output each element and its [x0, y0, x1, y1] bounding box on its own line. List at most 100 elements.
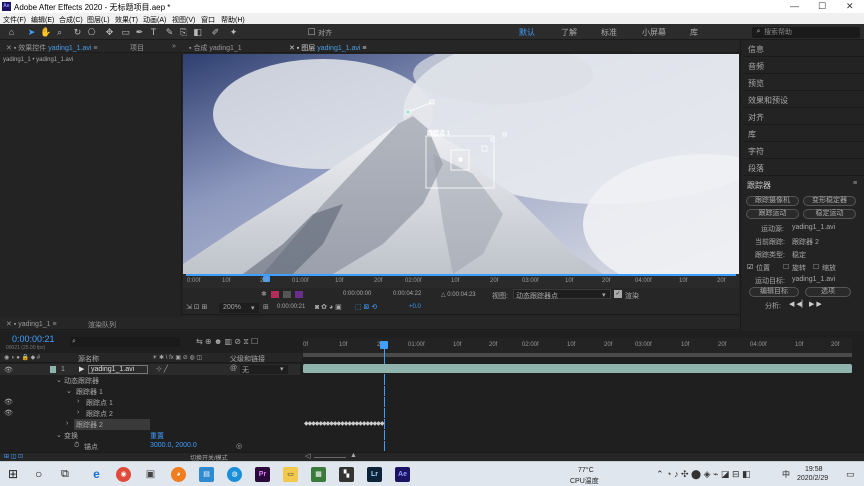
panel-align[interactable]: 对齐 [743, 108, 864, 125]
layer-name[interactable]: yading1_1.avi [88, 365, 148, 374]
brush-tool-icon[interactable]: ✎ [164, 27, 175, 37]
tab-effect-controls[interactable]: ✕ ▪ 效果控件 yading1_1.avi ≡ [6, 43, 97, 53]
in-point-color-icon[interactable] [271, 291, 279, 298]
visibility-eye-icon[interactable]: 👁 [4, 398, 13, 406]
windows-start-icon[interactable]: ⊞ [8, 467, 18, 481]
tab-render-queue[interactable]: 渲染队列 [88, 320, 116, 330]
collapse-icon[interactable]: ⌄ [66, 387, 72, 395]
motion-source-dropdown[interactable]: yading1_1.avi [792, 224, 835, 231]
parent-dropdown[interactable]: 无 ▾ [240, 365, 288, 374]
list-item-transform[interactable]: ⌄ 变换 重置 [0, 430, 300, 441]
always-preview-icon[interactable]: ⇲ ⊡ ⊞ [186, 303, 208, 311]
rotate-tool-icon[interactable]: ↻ [72, 27, 83, 37]
panel-preview[interactable]: 预览 [743, 74, 864, 91]
viewer-lock-icon[interactable]: ✱ [261, 290, 267, 298]
app-icon[interactable]: ▚ [339, 467, 354, 482]
firefox-icon[interactable]: ◕ [171, 467, 186, 482]
analyze-buttons-icon[interactable]: ◀ ◀▏ ▶ ▶ [789, 300, 822, 308]
timeline-search-input[interactable] [70, 337, 180, 347]
purple-swatch-icon[interactable] [295, 291, 303, 298]
panel-libraries[interactable]: 库 [743, 125, 864, 142]
expand-icon[interactable]: › [66, 420, 68, 427]
align-checkbox-icon[interactable]: ☐ [306, 27, 317, 37]
keyframes-icon[interactable]: ◆◆◆◆◆◆◆◆◆◆◆◆◆◆◆◆◆◆◆◆◆◆ [304, 420, 385, 427]
panel-menu-icon[interactable]: ≡ [853, 180, 857, 187]
in-time[interactable]: 0:00:00:00 [343, 291, 371, 297]
panel-effects-presets[interactable]: 效果和预设 [743, 91, 864, 108]
workspace-standard[interactable]: 标准 [601, 27, 617, 38]
edge-icon[interactable]: e [89, 467, 104, 482]
list-item-track-point-2[interactable]: 👁 › 跟踪点 2 [0, 408, 300, 419]
panel-character[interactable]: 字符 [743, 142, 864, 159]
close-icon[interactable]: ✕ [846, 1, 854, 12]
reset-link[interactable]: 重置 [150, 431, 164, 441]
snapshot-icon[interactable]: ◙ ✿ ◕ ▣ [315, 303, 342, 311]
list-item-tracker-2[interactable]: › 跟踪器 2 [0, 419, 300, 430]
clone-stamp-tool-icon[interactable]: ⎘ [178, 27, 189, 37]
zoom-tool-icon[interactable]: ⌕ [54, 27, 65, 37]
track-type-dropdown[interactable]: 稳定 [792, 250, 806, 260]
rotation-checkbox[interactable]: ☐ [783, 263, 789, 271]
track-motion-button[interactable]: 跟踪运动 [746, 209, 799, 219]
transparency-grid-icon[interactable]: ⬚ ⊠ ⟲ [355, 303, 377, 311]
tab-composition[interactable]: ▪ 合成 yading1_1 [189, 43, 242, 53]
tracker-2-selected[interactable]: 跟踪器 2 [74, 419, 150, 430]
options-button[interactable]: 选项 [805, 287, 851, 297]
maximize-icon[interactable]: ☐ [818, 1, 826, 12]
clock-date[interactable]: 2020/2/29 [797, 475, 828, 482]
roto-brush-tool-icon[interactable]: ✐ [210, 27, 221, 37]
current-time[interactable]: 0:00:00:21 [277, 304, 305, 310]
timeline-timecode[interactable]: 0:00:00:21 [12, 334, 55, 344]
footer-toggle-icons[interactable]: ⊞ ◫ ⊡ [4, 453, 23, 460]
warp-stabilizer-button[interactable]: 变形稳定器 [803, 196, 856, 206]
expand-icon[interactable]: › [77, 409, 79, 416]
out-time[interactable]: 0:00:04:22 [393, 291, 421, 297]
selection-tool-icon[interactable]: ➤ [26, 27, 37, 37]
panel-expand-icon[interactable]: » [172, 43, 176, 50]
track-camera-button[interactable]: 跟踪摄像机 [746, 196, 799, 206]
hand-tool-icon[interactable]: ✋ [40, 27, 51, 37]
workspace-libraries[interactable]: 库 [690, 27, 698, 38]
input-language-indicator[interactable]: 中 [782, 469, 790, 480]
grid-icon[interactable]: ⊞ [263, 303, 269, 311]
after-effects-icon[interactable]: Ae [395, 467, 410, 482]
gray-swatch-icon[interactable] [283, 291, 291, 298]
task-view-icon[interactable]: ⧉ [61, 468, 69, 481]
chrome-icon[interactable]: ◉ [116, 467, 131, 482]
collapse-icon[interactable]: ⌄ [56, 376, 62, 384]
terminal-icon[interactable]: ▣ [143, 467, 158, 482]
layer-label-color[interactable] [50, 366, 56, 373]
scale-checkbox[interactable]: ☐ [813, 263, 819, 271]
workspace-learn[interactable]: 了解 [561, 27, 577, 38]
browser-icon[interactable]: ◍ [227, 467, 242, 482]
zoom-dropdown[interactable]: 200% ▾ [219, 303, 259, 313]
layer-duration-bar[interactable] [303, 364, 852, 374]
premiere-icon[interactable]: Pr [255, 467, 270, 482]
workspace-small-screen[interactable]: 小屏幕 [642, 27, 666, 38]
layer-switch-icons[interactable]: ⊹ ╱ [156, 365, 168, 373]
work-area-bar[interactable] [303, 353, 852, 357]
rectangle-tool-icon[interactable]: ▭ [120, 27, 131, 37]
help-search-input[interactable]: 搜索帮助 [752, 27, 860, 38]
list-item-tracker-1[interactable]: ⌄ 跟踪器 1 [0, 386, 300, 397]
viewer-time-ruler[interactable]: 0:00f 10f 20f 01:00f 10f 20f 02:00f 10f … [183, 274, 739, 288]
system-tray-icons[interactable]: ⌃ ◔ ♪ ✣ ⬤ ◈ ⌁ ◪ ⊟ ◧ [656, 469, 750, 480]
panel-audio[interactable]: 音频 [743, 57, 864, 74]
view-dropdown[interactable]: 动态跟踪器点 ▾ [513, 289, 611, 300]
layer-row[interactable]: 👁 1 ▶ yading1_1.avi ⊹ ╱ @ 无 ▾ [0, 364, 300, 375]
collapse-icon[interactable]: ⌄ [56, 431, 62, 439]
timeline-switches-icons[interactable]: ⇆ ⊕ ☻ ▥ ⊘ ⧖ ☐ [196, 337, 258, 347]
media-app-icon[interactable]: ▦ [311, 467, 326, 482]
visibility-eye-icon[interactable]: 👁 [4, 366, 13, 374]
pen-tool-icon[interactable]: ✒ [134, 27, 145, 37]
stabilize-motion-button[interactable]: 稳定运动 [803, 209, 856, 219]
exposure-value[interactable]: +0.0 [409, 304, 421, 310]
home-icon[interactable]: ⌂ [6, 27, 17, 37]
search-icon[interactable]: ○ [35, 467, 42, 481]
edit-target-button[interactable]: 编辑目标 [749, 287, 799, 297]
tab-timeline[interactable]: ✕ ▪ yading1_1 ≡ [6, 320, 57, 328]
list-item-anchor-point[interactable]: ⏱ 锚点 3000.0, 2000.0 ◎ [0, 441, 300, 452]
anchor-point-value[interactable]: 3000.0, 2000.0 [150, 442, 197, 449]
timeline-playhead-icon[interactable] [380, 341, 388, 349]
lightroom-icon[interactable]: Lr [367, 467, 382, 482]
